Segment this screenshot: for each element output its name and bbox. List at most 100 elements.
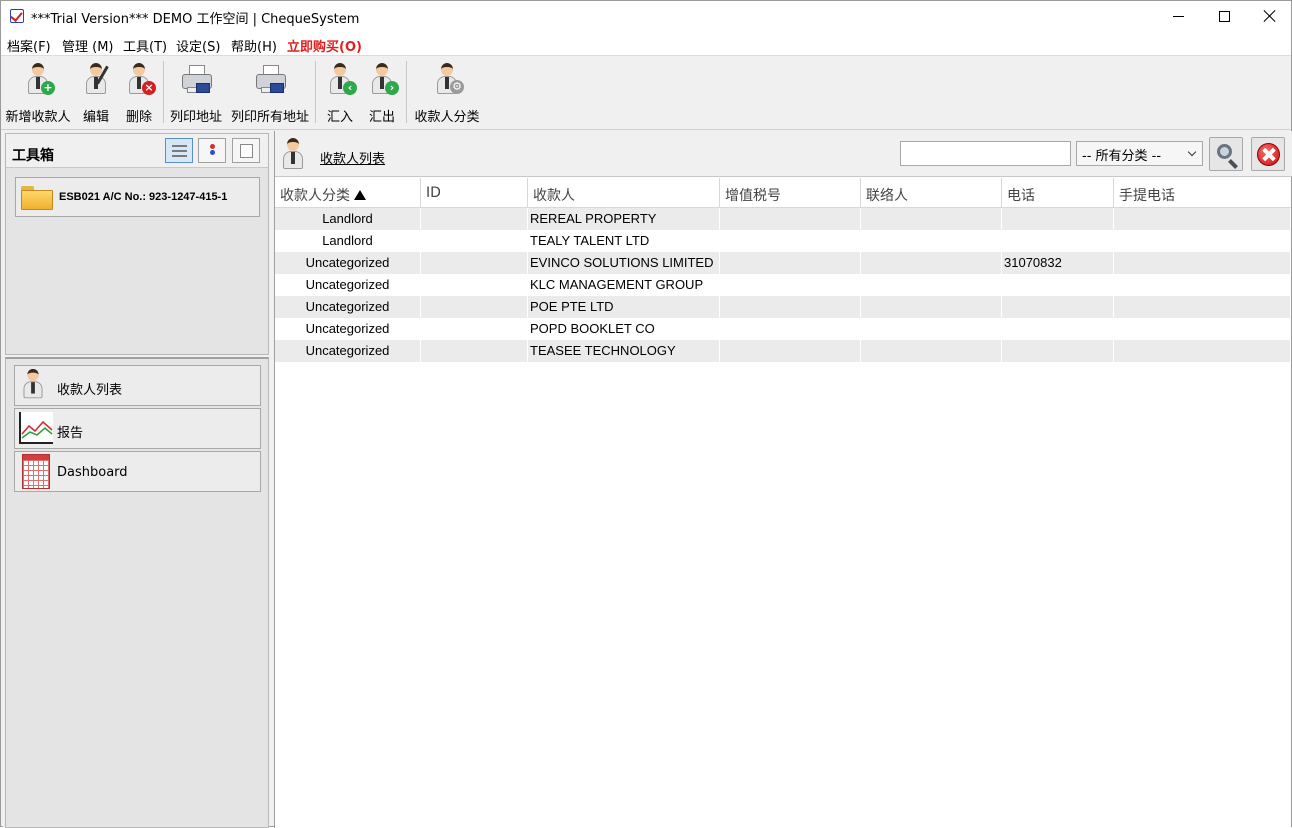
list-title[interactable]: 收款人列表 <box>320 148 385 167</box>
cell-id <box>421 252 528 274</box>
menu-help[interactable]: 帮助(H) <box>231 36 277 55</box>
cell-category: Uncategorized <box>275 318 421 340</box>
menu-manage[interactable]: 管理 (M) <box>62 36 114 55</box>
column-header-category[interactable]: 收款人分类 <box>275 178 421 208</box>
menu-tools[interactable]: 工具(T) <box>123 36 167 55</box>
cell-phone <box>1002 296 1114 318</box>
payee-category-button[interactable]: ⚙ 收款人分类 <box>412 59 482 125</box>
clear-search-button[interactable] <box>1251 137 1285 171</box>
close-icon <box>1263 9 1277 23</box>
payee-category-label: 收款人分类 <box>414 110 480 125</box>
cell-mobile <box>1114 340 1291 362</box>
table-row[interactable]: Uncategorized POE PTE LTD <box>275 296 1291 318</box>
add-payee-button[interactable]: + 新增收款人 <box>4 59 72 125</box>
cell-id <box>421 208 528 230</box>
payee-category-icon: ⚙ <box>430 61 464 99</box>
search-button[interactable] <box>1209 137 1243 171</box>
person-icon <box>23 368 43 401</box>
cell-contact <box>861 208 1002 230</box>
table-row[interactable]: Uncategorized EVINCO SOLUTIONS LIMITED 310… <box>275 252 1291 274</box>
cell-mobile <box>1114 230 1291 252</box>
app-icon <box>10 9 24 23</box>
account-item[interactable]: ESB021 A/C No.: 923-1247-415-1 <box>15 177 260 217</box>
toolbox-title: 工具箱 <box>12 148 54 164</box>
cell-payee: TEASEE TECHNOLOGY <box>528 340 720 362</box>
chart-icon <box>19 412 53 444</box>
minimize-button[interactable] <box>1155 1 1201 31</box>
cell-contact <box>861 230 1002 252</box>
edit-label: 编辑 <box>82 110 109 125</box>
edit-button[interactable]: 编辑 <box>78 59 114 125</box>
cell-payee: TEALY TALENT LTD <box>528 230 720 252</box>
cell-vat <box>720 340 861 362</box>
print-address-button[interactable]: 列印地址 <box>167 59 225 125</box>
menu-settings[interactable]: 设定(S) <box>176 36 220 55</box>
close-icon <box>1257 143 1280 166</box>
cell-category: Uncategorized <box>275 340 421 362</box>
person-icon <box>283 138 305 172</box>
cell-vat <box>720 318 861 340</box>
export-button[interactable]: › 汇出 <box>364 59 400 125</box>
import-label: 汇入 <box>326 110 353 125</box>
payee-table: 收款人分类 ID 收款人 增值税号 联络人 电话 手提电话 Landlord RE… <box>275 178 1291 362</box>
nav-label: 报告 <box>57 426 84 441</box>
maximize-button[interactable] <box>1201 1 1247 31</box>
table-row[interactable]: Uncategorized KLC MANAGEMENT GROUP <box>275 274 1291 296</box>
print-all-address-label: 列印所有地址 <box>230 110 309 125</box>
cell-category: Landlord <box>275 208 421 230</box>
nav-item-payee-list[interactable]: 收款人列表 <box>14 365 261 406</box>
table-row[interactable]: Landlord TEALY TALENT LTD <box>275 230 1291 252</box>
menu-file[interactable]: 档案(F) <box>7 36 51 55</box>
cell-id <box>421 274 528 296</box>
cell-category: Uncategorized <box>275 274 421 296</box>
toolbox-panel: 工具箱 ESB021 A/C No.: 923-1247-415-1 <box>5 133 269 355</box>
category-select[interactable]: -- 所有分类 -- <box>1076 141 1203 166</box>
menu-buy-now[interactable]: 立即购买(O) <box>287 36 362 55</box>
cell-mobile <box>1114 274 1291 296</box>
cell-vat <box>720 230 861 252</box>
category-select-value: -- 所有分类 -- <box>1082 149 1162 164</box>
cell-contact <box>861 318 1002 340</box>
grid-icon <box>22 454 50 489</box>
delete-payee-icon: × <box>122 61 156 99</box>
blank-view-button[interactable] <box>232 138 260 163</box>
toolbar: + 新增收款人 编辑 × 删除 列印地址 列印所有地址 ‹ 汇入 › 汇出 ⚙ … <box>1 57 1291 130</box>
nav-item-report[interactable]: 报告 <box>14 408 261 449</box>
table-row[interactable]: Landlord REREAL PROPERTY <box>275 208 1291 230</box>
cell-mobile <box>1114 208 1291 230</box>
title-bar: ***Trial Version*** DEMO 工作空间 | ChequeSy… <box>1 1 1291 31</box>
search-input[interactable] <box>900 141 1071 166</box>
list-view-button[interactable] <box>165 138 193 163</box>
cell-id <box>421 318 528 340</box>
column-header-contact[interactable]: 联络人 <box>861 178 1002 208</box>
list-view-icon <box>172 145 187 157</box>
cell-id <box>421 340 528 362</box>
cell-phone: 31070832 <box>1002 252 1114 274</box>
column-header-mobile[interactable]: 手提电话 <box>1114 178 1291 208</box>
cell-vat <box>720 208 861 230</box>
cell-contact <box>861 296 1002 318</box>
export-icon: › <box>365 61 399 99</box>
column-header-payee[interactable]: 收款人 <box>528 178 720 208</box>
print-all-address-button[interactable]: 列印所有地址 <box>229 59 311 125</box>
folder-icon <box>21 186 53 210</box>
cell-category: Uncategorized <box>275 296 421 318</box>
table-row[interactable]: Uncategorized POPD BOOKLET CO <box>275 318 1291 340</box>
column-header-vat[interactable]: 增值税号 <box>720 178 861 208</box>
delete-label: 删除 <box>125 110 152 125</box>
cell-mobile <box>1114 252 1291 274</box>
import-button[interactable]: ‹ 汇入 <box>322 59 358 125</box>
column-header-phone[interactable]: 电话 <box>1002 178 1114 208</box>
table-row[interactable]: Uncategorized TEASEE TECHNOLOGY <box>275 340 1291 362</box>
cell-phone <box>1002 230 1114 252</box>
close-button[interactable] <box>1247 1 1292 31</box>
detail-view-button[interactable] <box>198 138 226 163</box>
delete-button[interactable]: × 删除 <box>121 59 157 125</box>
column-header-id[interactable]: ID <box>421 178 528 208</box>
nav-label: Dashboard <box>57 465 128 480</box>
chevron-down-icon <box>1187 147 1197 157</box>
cell-mobile <box>1114 296 1291 318</box>
nav-item-dashboard[interactable]: Dashboard <box>14 451 261 492</box>
table-header: 收款人分类 ID 收款人 增值税号 联络人 电话 手提电话 <box>275 178 1291 208</box>
printer-icon <box>179 61 213 99</box>
